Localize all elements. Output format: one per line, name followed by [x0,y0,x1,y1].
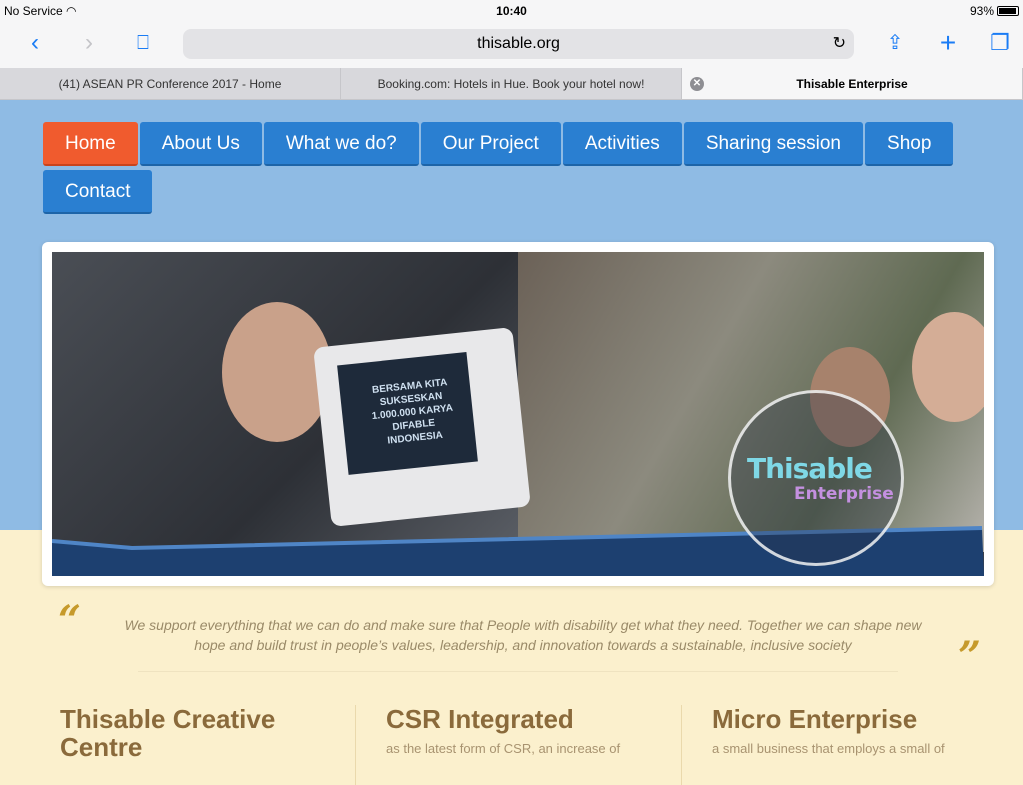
tab-label: (41) ASEAN PR Conference 2017 - Home [58,77,282,91]
address-bar[interactable]: thisable.org ↻ [183,29,854,59]
nav-contact[interactable]: Contact [43,170,153,214]
enterprise-logo-text: Enterprise [794,484,894,504]
nav-our-project[interactable]: Our Project [420,122,561,166]
thisable-logo-text: Thisable [747,452,873,485]
url-text: thisable.org [477,35,560,52]
tabs-icon[interactable]: ❐ [985,28,1015,58]
feature-title[interactable]: Micro Enterprise [712,705,1002,733]
feature-micro-enterprise: Micro Enterprise a small business that e… [712,705,1002,756]
browser-toolbar: ‹ › ⎕ thisable.org ↻ ⇪ + ❐ [0,22,1023,68]
laptop-image: BERSAMA KITA SUKSESKAN 1.000.000 KARYA D… [313,327,531,527]
nav-what-we-do[interactable]: What we do? [263,122,419,166]
feature-title[interactable]: Thisable Creative Centre [60,705,350,761]
tab-bar: (41) ASEAN PR Conference 2017 - Home Boo… [0,68,1023,100]
nav-sharing-session[interactable]: Sharing session [683,122,864,166]
tab-label: Booking.com: Hotels in Hue. Book your ho… [377,77,645,91]
open-quote-icon: “ [58,597,82,644]
feature-csr: CSR Integrated as the latest form of CSR… [386,705,676,756]
nav-shop[interactable]: Shop [865,122,954,166]
close-quote-icon: ” [958,633,982,680]
clock: 10:40 [496,4,527,18]
tab-thisable[interactable]: ✕ Thisable Enterprise [682,68,1023,99]
battery-icon [997,6,1019,16]
quote-divider [138,671,898,672]
main-nav: Home About Us What we do? Our Project Ac… [43,122,963,214]
column-divider [681,705,682,785]
share-icon[interactable]: ⇪ [880,28,910,58]
close-tab-icon[interactable]: ✕ [690,77,704,91]
battery-indicator: 93% [970,4,1019,18]
hero-banner: BERSAMA KITA SUKSESKAN 1.000.000 KARYA D… [42,242,994,586]
tab-asean[interactable]: (41) ASEAN PR Conference 2017 - Home [0,68,341,99]
nav-about-us[interactable]: About Us [139,122,262,166]
nav-activities[interactable]: Activities [562,122,682,166]
feature-creative-centre: Thisable Creative Centre [60,705,350,761]
tab-booking[interactable]: Booking.com: Hotels in Hue. Book your ho… [341,68,682,99]
feature-text: a small business that employs a small of [712,741,945,756]
web-page: Home About Us What we do? Our Project Ac… [0,100,1023,785]
hero-image: BERSAMA KITA SUKSESKAN 1.000.000 KARYA D… [52,252,984,576]
feature-text: as the latest form of CSR, an increase o… [386,741,621,756]
status-bar: No Service ◠ 10:40 93% [0,0,1023,22]
reload-icon[interactable]: ↻ [833,29,846,59]
bookmarks-icon[interactable]: ⎕ [128,28,158,58]
feature-title[interactable]: CSR Integrated [386,705,676,733]
quote-text: We support everything that we can do and… [124,617,922,653]
column-divider [355,705,356,785]
laptop-screen-text: BERSAMA KITA SUKSESKAN 1.000.000 KARYA D… [371,377,454,447]
back-icon[interactable]: ‹ [20,28,50,58]
forward-icon[interactable]: › [74,28,104,58]
tab-label: Thisable Enterprise [796,77,908,91]
new-tab-icon[interactable]: + [933,28,963,58]
nav-home[interactable]: Home [43,122,138,166]
